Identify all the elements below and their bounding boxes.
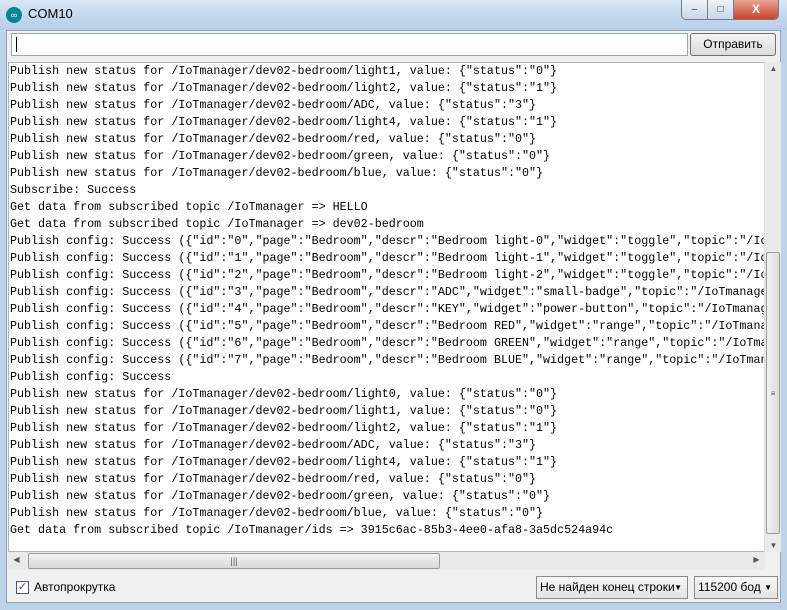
footer: ✓ Автопрокрутка Не найден конец строки ▼ … [7,572,780,602]
scroll-up-icon[interactable]: ▲ [765,64,782,73]
console-line: Get data from subscribed topic /IoTmanag… [10,217,424,231]
autoscroll-checkbox[interactable]: ✓ [16,581,29,594]
title-bar: ∞ COM10 – □ X [0,0,787,30]
console-line: Publish new status for /IoTmanager/dev02… [10,404,558,418]
baud-value: 115200 бод [698,580,761,594]
console-line: Publish config: Success ({"id":"6","page… [10,336,765,350]
close-button[interactable]: X [734,0,778,19]
console-line: Publish new status for /IoTmanager/dev02… [10,438,537,452]
maximize-button[interactable]: □ [708,0,734,19]
serial-output[interactable]: Publish new status for /IoTmanager/dev02… [8,62,765,552]
chevron-down-icon: ▼ [674,583,682,592]
console-line: Publish config: Success ({"id":"0","page… [10,234,765,248]
console-line: Publish config: Success ({"id":"4","page… [10,302,765,316]
console-line: Publish new status for /IoTmanager/dev02… [10,98,537,112]
horizontal-scrollbar[interactable]: ◀ ||| ▶ [8,552,765,570]
scroll-left-icon[interactable]: ◀ [8,555,25,564]
arduino-icon: ∞ [6,7,22,23]
console-line: Get data from subscribed topic /IoTmanag… [10,523,614,537]
send-button[interactable]: Отправить [690,33,776,56]
vertical-scrollbar[interactable]: ▲ ≡ ▼ [764,62,781,552]
line-ending-select[interactable]: Не найден конец строки ▼ [536,576,688,599]
minimize-button[interactable]: – [682,0,708,19]
console-line: Publish config: Success [10,370,172,384]
console-line: Publish config: Success ({"id":"3","page… [10,285,765,299]
console-line: Publish new status for /IoTmanager/dev02… [10,472,537,486]
console-line: Publish new status for /IoTmanager/dev02… [10,115,558,129]
serial-monitor: Отправить Publish new status for /IoTman… [6,30,781,603]
vertical-scroll-thumb[interactable]: ≡ [766,252,780,534]
console-line: Publish new status for /IoTmanager/dev02… [10,81,558,95]
console-line: Publish config: Success ({"id":"5","page… [10,319,765,333]
window-controls: – □ X [681,0,779,20]
window-title: COM10 [28,6,73,21]
console-line: Get data from subscribed topic /IoTmanag… [10,200,368,214]
scroll-right-icon[interactable]: ▶ [748,555,765,564]
console-line: Publish new status for /IoTmanager/dev02… [10,489,551,503]
horizontal-scroll-thumb[interactable]: ||| [28,553,440,569]
console-line: Publish new status for /IoTmanager/dev02… [10,166,544,180]
console-line: Subscribe: Success [10,183,137,197]
scroll-down-icon[interactable]: ▼ [765,541,782,550]
console-line: Publish new status for /IoTmanager/dev02… [10,64,558,78]
console-line: Publish config: Success ({"id":"7","page… [10,353,765,367]
baud-select[interactable]: 115200 бод ▼ [694,576,778,599]
console-line: Publish new status for /IoTmanager/dev02… [10,149,551,163]
console-line: Publish config: Success ({"id":"1","page… [10,251,765,265]
send-input[interactable] [11,33,688,56]
console-line: Publish new status for /IoTmanager/dev02… [10,132,537,146]
line-ending-value: Не найден конец строки [540,580,675,594]
console-line: Publish new status for /IoTmanager/dev02… [10,455,558,469]
console-line: Publish config: Success ({"id":"2","page… [10,268,765,282]
text-caret [16,37,17,52]
chevron-down-icon: ▼ [764,583,772,592]
console-line: Publish new status for /IoTmanager/dev02… [10,506,544,520]
console-line: Publish new status for /IoTmanager/dev02… [10,421,558,435]
console-line: Publish new status for /IoTmanager/dev02… [10,387,558,401]
autoscroll-label[interactable]: Автопрокрутка [34,580,115,594]
